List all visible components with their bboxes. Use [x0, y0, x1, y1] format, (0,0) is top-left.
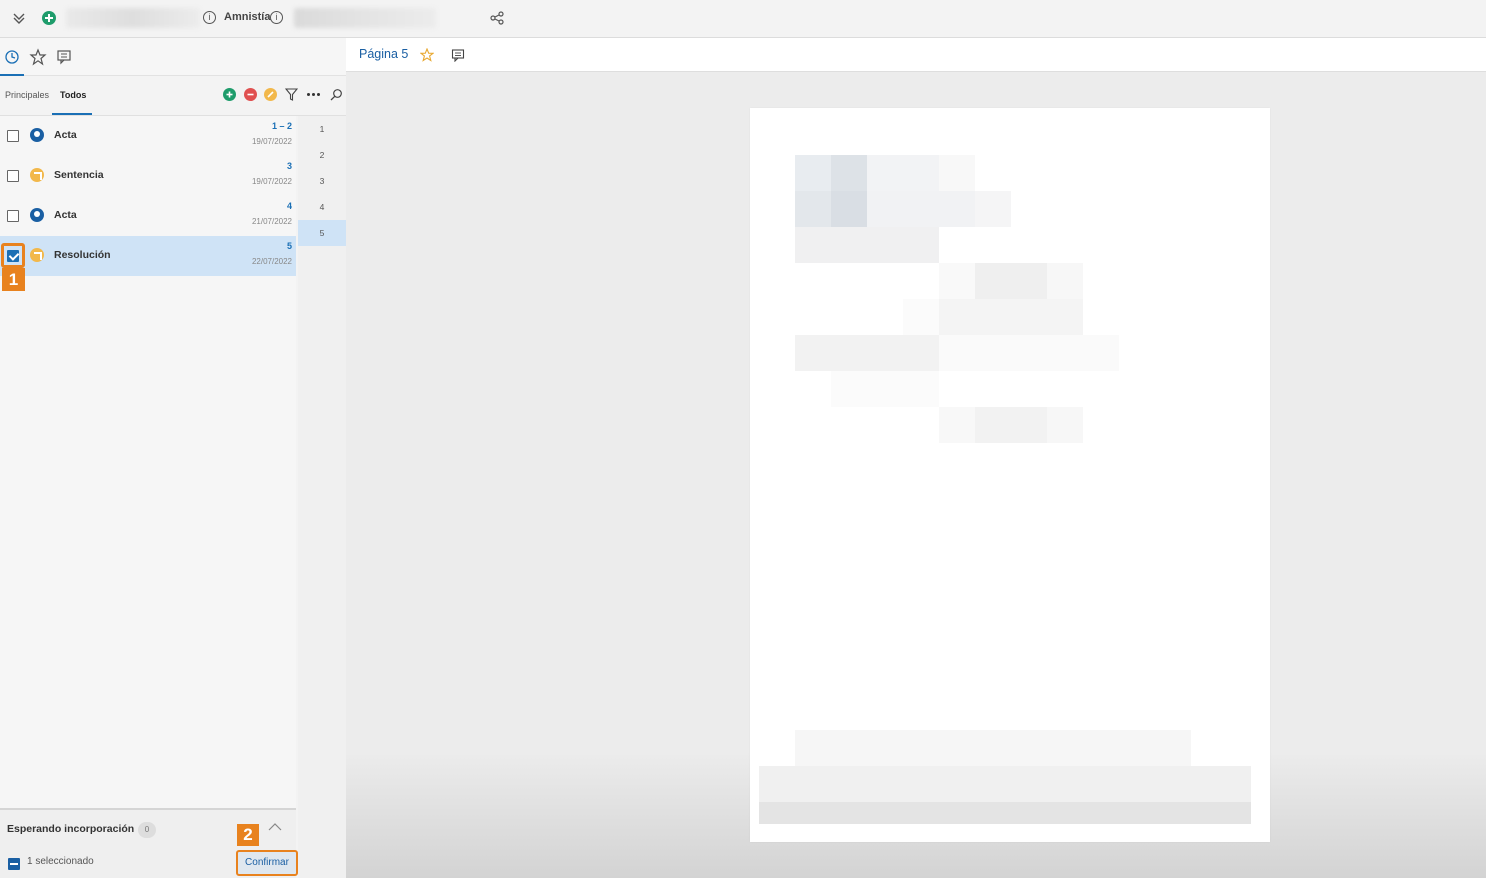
- step-marker: 2: [237, 824, 259, 846]
- pending-section: Esperando incorporación 0 1 seleccionado…: [0, 808, 298, 878]
- list-item[interactable]: Sentencia 3 19/07/2022: [0, 156, 296, 196]
- document-list: Acta 1 – 2 19/07/2022 Sentencia 3 19/07/…: [0, 116, 296, 808]
- step-marker: 1: [2, 268, 25, 291]
- case-title: Amnistía: [224, 11, 271, 23]
- star-icon[interactable]: [29, 48, 47, 66]
- list-item-selected[interactable]: Resolución 5 22/07/2022: [0, 236, 296, 276]
- info-icon[interactable]: i: [270, 11, 283, 24]
- pending-count-badge: 0: [138, 822, 156, 838]
- redacted-block: [795, 227, 939, 263]
- list-item[interactable]: Acta 4 21/07/2022: [0, 196, 296, 236]
- page-number-selected[interactable]: 5: [298, 220, 346, 246]
- redacted-block: [975, 191, 1011, 227]
- add-circle-icon[interactable]: [42, 11, 56, 25]
- tab-todos[interactable]: Todos: [60, 90, 86, 100]
- redacted-block: [795, 730, 1191, 766]
- tab-principales[interactable]: Principales: [5, 90, 49, 100]
- document-date: 21/07/2022: [251, 217, 292, 226]
- document-pages: 4: [286, 201, 292, 211]
- pending-title: Esperando incorporación: [7, 823, 135, 835]
- redacted-block: [939, 335, 1119, 371]
- gavel-icon: [30, 248, 44, 262]
- document-viewer: Página 5: [346, 38, 1486, 878]
- document-label: Sentencia: [54, 169, 104, 181]
- redacted-block: [975, 263, 1047, 299]
- list-item[interactable]: Acta 1 – 2 19/07/2022: [0, 116, 296, 156]
- redacted-block: [795, 335, 939, 371]
- clock-icon[interactable]: [3, 48, 21, 66]
- redacted-block: [831, 371, 939, 407]
- document-pages: 3: [286, 161, 292, 171]
- page-number-column: 1 2 3 4 5: [298, 116, 346, 878]
- document-date: 19/07/2022: [251, 177, 292, 186]
- select-all-checkbox[interactable]: [8, 858, 20, 870]
- add-circle-icon[interactable]: [223, 88, 236, 101]
- page-number[interactable]: 1: [298, 116, 346, 142]
- chevron-up-icon[interactable]: [268, 822, 282, 832]
- document-label: Acta: [54, 209, 77, 221]
- document-panel: Principales Todos Acta 1 – 2 19/07/2022 …: [0, 38, 346, 878]
- document-pages: 5: [286, 241, 292, 251]
- row-checkbox[interactable]: [7, 170, 19, 182]
- share-nodes-icon[interactable]: [489, 10, 505, 26]
- document-pages: 1 – 2: [271, 121, 292, 131]
- page-number[interactable]: 2: [298, 142, 346, 168]
- row-checkbox[interactable]: [7, 210, 19, 222]
- document-tabs: Principales Todos: [0, 76, 346, 116]
- redacted-block: [939, 155, 975, 191]
- redacted-block: [939, 263, 975, 299]
- redacted-field: [66, 8, 200, 28]
- document-date: 22/07/2022: [251, 257, 292, 266]
- page-number[interactable]: 3: [298, 168, 346, 194]
- redacted-block: [831, 155, 867, 191]
- info-icon[interactable]: i: [203, 11, 216, 24]
- redacted-block: [903, 299, 939, 335]
- panel-icon-tabs: [0, 38, 346, 76]
- person-icon: [30, 128, 44, 142]
- viewer-header: Página 5: [346, 38, 1486, 72]
- document-label: Resolución: [54, 249, 111, 261]
- redacted-field: [294, 8, 436, 28]
- redacted-block: [867, 155, 939, 191]
- search-icon[interactable]: [330, 88, 343, 101]
- redacted-block: [795, 191, 831, 227]
- document-page: [750, 108, 1270, 842]
- row-checkbox[interactable]: [7, 130, 19, 142]
- remove-circle-icon[interactable]: [244, 88, 257, 101]
- redacted-block: [759, 802, 1251, 824]
- page-title: Página 5: [359, 47, 409, 61]
- redacted-block: [1047, 407, 1083, 443]
- chevron-down-icon[interactable]: [10, 9, 28, 27]
- edit-circle-icon[interactable]: [264, 88, 277, 101]
- top-bar: i Amnistía i: [0, 0, 1486, 38]
- comment-icon[interactable]: [55, 48, 73, 66]
- document-date: 19/07/2022: [251, 137, 292, 146]
- redacted-block: [759, 766, 1251, 802]
- redacted-block: [1047, 263, 1083, 299]
- comment-icon[interactable]: [451, 48, 465, 62]
- redacted-block: [975, 407, 1047, 443]
- page-number[interactable]: 4: [298, 194, 346, 220]
- person-icon: [30, 208, 44, 222]
- redacted-block: [939, 299, 1083, 335]
- filter-icon[interactable]: [285, 88, 298, 101]
- redacted-block: [831, 191, 867, 227]
- redacted-block: [939, 407, 975, 443]
- document-label: Acta: [54, 129, 77, 141]
- redacted-block: [795, 155, 831, 191]
- gavel-icon: [30, 168, 44, 182]
- star-icon[interactable]: [420, 48, 434, 62]
- selected-count: 1 seleccionado: [27, 856, 94, 867]
- more-icon[interactable]: [306, 88, 321, 101]
- active-tab-indicator: [52, 113, 92, 115]
- redacted-block: [867, 191, 975, 227]
- highlight-box: [1, 243, 25, 268]
- confirm-button[interactable]: Confirmar: [236, 850, 298, 876]
